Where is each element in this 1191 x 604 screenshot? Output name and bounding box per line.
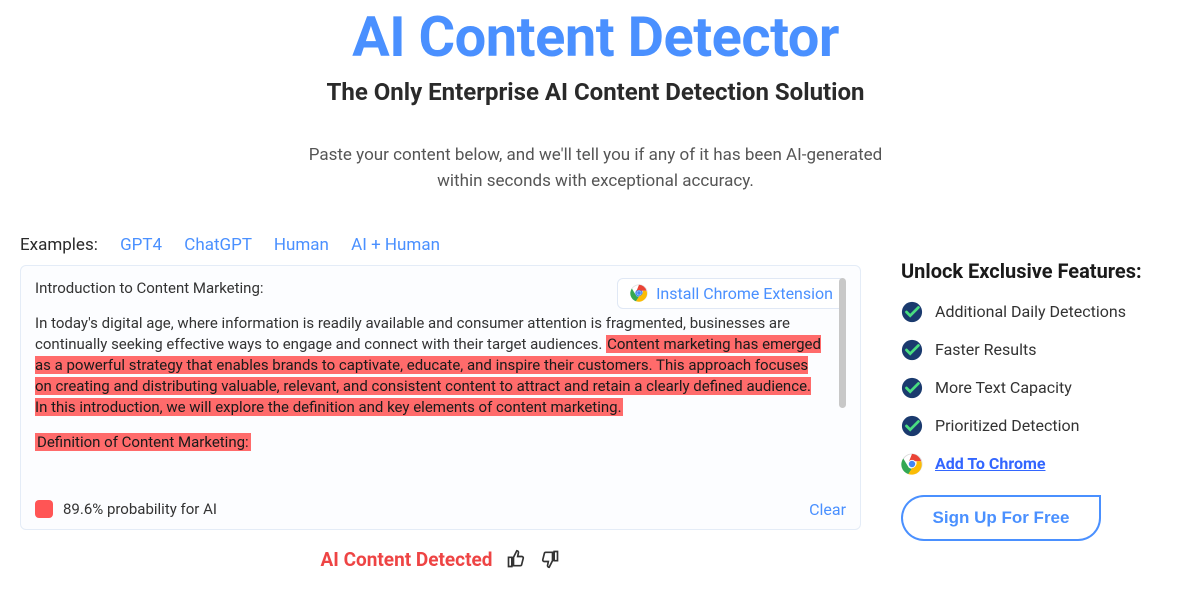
feature-label: Faster Results	[935, 340, 1036, 359]
features-title: Unlock Exclusive Features:	[901, 259, 1171, 283]
detector-panel: Install Chrome Extension Introduction to…	[20, 265, 861, 530]
content-paragraph: In today's digital age, where informatio…	[35, 313, 826, 418]
example-chatgpt[interactable]: ChatGPT	[184, 235, 251, 255]
chrome-icon	[630, 284, 648, 302]
probability-indicator: 89.6% probability for AI	[35, 500, 217, 518]
check-icon	[901, 301, 923, 323]
highlighted-subheading: Definition of Content Marketing:	[35, 433, 251, 451]
feature-item: Prioritized Detection	[901, 415, 1171, 437]
scrollbar[interactable]	[839, 278, 846, 408]
check-icon	[901, 377, 923, 399]
page-subtitle: The Only Enterprise AI Content Detection…	[20, 78, 1171, 106]
feature-item: More Text Capacity	[901, 377, 1171, 399]
examples-label: Examples:	[20, 235, 98, 255]
check-icon	[901, 339, 923, 361]
add-to-chrome-row: Add To Chrome	[901, 453, 1171, 475]
feature-item: Additional Daily Detections	[901, 301, 1171, 323]
result-text: AI Content Detected	[321, 548, 493, 571]
feature-label: Prioritized Detection	[935, 416, 1079, 435]
signup-button[interactable]: Sign Up For Free	[901, 495, 1101, 541]
add-to-chrome-link[interactable]: Add To Chrome	[935, 454, 1045, 473]
page-title: AI Content Detector	[20, 4, 1171, 70]
feature-label: More Text Capacity	[935, 378, 1072, 397]
example-gpt4[interactable]: GPT4	[120, 235, 162, 255]
thumbs-up-button[interactable]	[506, 549, 526, 569]
probability-text: 89.6% probability for AI	[63, 500, 217, 518]
feature-label: Additional Daily Detections	[935, 302, 1126, 321]
example-ai-human[interactable]: AI + Human	[351, 235, 440, 255]
thumbs-down-button[interactable]	[540, 549, 560, 569]
clear-button[interactable]: Clear	[809, 500, 846, 519]
examples-row: Examples: GPT4 ChatGPT Human AI + Human	[20, 235, 861, 255]
install-chrome-button[interactable]: Install Chrome Extension	[617, 278, 846, 309]
check-icon	[901, 415, 923, 437]
example-human[interactable]: Human	[274, 235, 329, 255]
probability-swatch	[35, 500, 53, 518]
feature-item: Faster Results	[901, 339, 1171, 361]
page-description: Paste your content below, and we'll tell…	[246, 142, 946, 195]
chrome-icon	[901, 453, 923, 475]
